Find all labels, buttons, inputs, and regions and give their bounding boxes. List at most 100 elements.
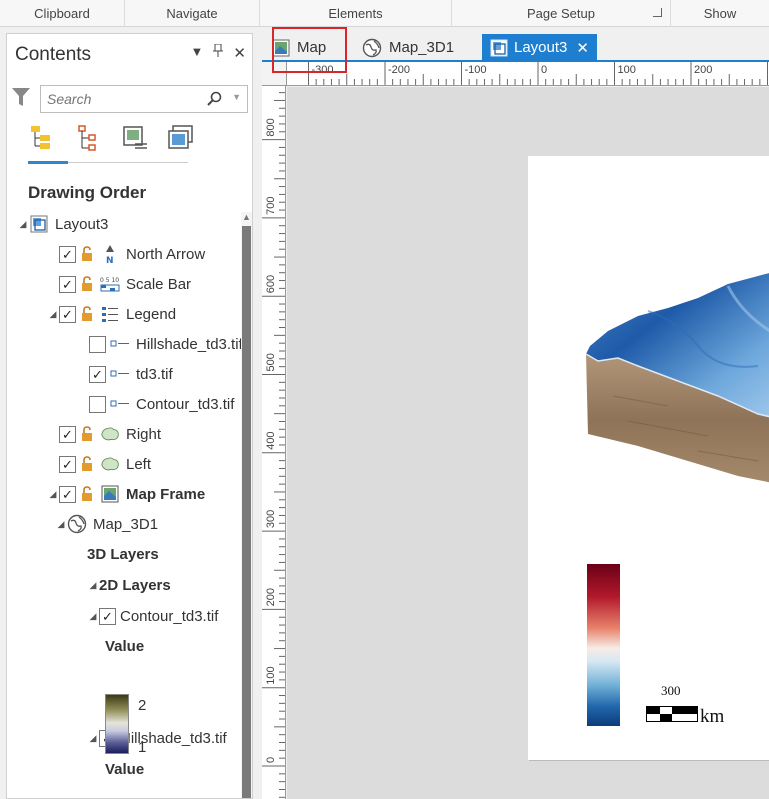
tree-label: Legend	[126, 305, 177, 323]
tree-row-scale-bar[interactable]: ✓ 0 5 10 Scale Bar	[47, 272, 191, 296]
svg-text:N: N	[106, 256, 114, 264]
tree-row-right[interactable]: ✓ Right	[47, 422, 161, 446]
lock-icon[interactable]	[80, 276, 96, 292]
visibility-checkbox[interactable]	[89, 335, 106, 353]
close-tab-icon[interactable]: ✕	[576, 39, 589, 57]
legend-icon	[100, 304, 120, 324]
tab-list-by-hierarchy[interactable]	[73, 122, 105, 158]
close-icon[interactable]: ✕	[233, 44, 246, 62]
expander-icon[interactable]: ◢	[55, 519, 67, 530]
tree-label: td3.tif	[136, 365, 173, 383]
contour-min-value-row: 1	[138, 735, 146, 759]
expander-icon[interactable]: ◢	[87, 733, 99, 744]
scale-bar-unit: km	[700, 706, 725, 727]
lock-icon[interactable]	[80, 426, 96, 442]
ruler-label: 100	[265, 666, 277, 684]
tree-row-contour-layer[interactable]: ◢ ✓ Contour_td3.tif	[87, 604, 218, 628]
tree-label: Scale Bar	[126, 275, 192, 293]
ruler-label: 300	[265, 510, 277, 528]
tree-row-contour-value[interactable]: Value	[105, 634, 144, 658]
layout-canvas[interactable]: 300 km	[287, 87, 769, 799]
tree-row-hillshade-item[interactable]: Hillshade_td3.tif	[77, 332, 243, 356]
lock-icon[interactable]	[80, 486, 96, 502]
tab-label: Map_3D1	[389, 39, 455, 56]
vertical-ruler[interactable]: 800 700 600 500 400 300 200 100 0	[262, 86, 286, 799]
tree-label: 2D Layers	[99, 576, 171, 594]
visibility-checkbox[interactable]: ✓	[89, 365, 106, 383]
tree-label: Layout3	[55, 215, 109, 233]
scale-bar[interactable]	[646, 706, 698, 722]
tree-row-legend[interactable]: ◢ ✓ Legend	[47, 302, 176, 326]
visibility-checkbox[interactable]: ✓	[59, 245, 76, 263]
tree-row-left[interactable]: ✓ Left	[47, 452, 151, 476]
visibility-checkbox[interactable]: ✓	[59, 305, 76, 323]
ruler-label: 800	[265, 118, 277, 136]
tree-row-3d-layers[interactable]: 3D Layers	[87, 542, 159, 566]
pin-icon[interactable]	[213, 43, 224, 62]
visibility-checkbox[interactable]: ✓	[59, 455, 76, 473]
tab-list-by-data-source[interactable]	[119, 122, 151, 158]
tree-row-north-arrow[interactable]: ✓ N North Arrow	[47, 242, 205, 266]
tree-row-layout3[interactable]: ◢ Layout3	[17, 212, 108, 236]
drawing-order-icon	[31, 126, 50, 149]
ribbon-group-show[interactable]: Show	[671, 0, 769, 27]
tree-row-2d-layers[interactable]: ◢ 2D Layers	[87, 573, 171, 597]
visibility-checkbox[interactable]: ✓	[59, 485, 76, 503]
contents-pane: Contents ▼ ✕ ▼ Drawing Order ◢ Layout3 ✓ N N…	[6, 33, 253, 799]
expander-icon[interactable]: ◢	[47, 489, 59, 500]
search-box[interactable]: ▼	[40, 85, 248, 113]
expander-icon[interactable]: ◢	[17, 219, 29, 230]
ribbon-group-label: Page Setup	[527, 6, 595, 21]
data-source-icon	[123, 126, 147, 149]
horizontal-ruler[interactable]: -300-200-1000100200300	[287, 62, 769, 86]
tab-drawing-order[interactable]	[27, 122, 59, 158]
pane-menu-icon[interactable]: ▼	[191, 44, 204, 62]
globe-icon	[67, 514, 87, 534]
chevron-down-icon[interactable]: ▼	[232, 92, 241, 102]
ribbon-group-navigate[interactable]: Navigate	[125, 0, 260, 27]
tab-map-3d1[interactable]: Map_3D1	[362, 34, 472, 61]
tree-row-map-3d1[interactable]: ◢ Map_3D1	[55, 512, 158, 536]
dialog-launcher-icon[interactable]	[653, 8, 662, 17]
tab-layout3[interactable]: Layout3 ✕	[482, 34, 597, 61]
scroll-thumb[interactable]	[242, 226, 251, 798]
ruler-label: 0	[541, 64, 547, 76]
ruler-label: 700	[265, 197, 277, 215]
expander-icon[interactable]: ◢	[87, 580, 99, 591]
scroll-up-icon[interactable]: ▲	[242, 212, 251, 222]
ribbon-group-clipboard[interactable]: Clipboard	[0, 0, 125, 27]
expander-icon[interactable]: ◢	[87, 611, 99, 622]
visibility-checkbox[interactable]: ✓	[59, 425, 76, 443]
visibility-checkbox[interactable]: ✓	[99, 607, 116, 625]
lock-icon[interactable]	[80, 246, 96, 262]
scrollbar[interactable]: ▲	[241, 212, 252, 798]
filter-icon[interactable]	[11, 86, 31, 108]
layout-page[interactable]: 300 km	[528, 156, 769, 760]
tree-label: North Arrow	[126, 245, 206, 263]
tree-row-td3-item[interactable]: ✓ td3.tif	[77, 362, 173, 386]
legend-item-icon	[110, 364, 130, 384]
color-ramp-legend[interactable]	[587, 564, 620, 726]
tree-row-hillshade-value[interactable]: Value	[105, 757, 144, 781]
ruler-label: 200	[694, 64, 712, 76]
map-frame-icon	[100, 484, 120, 504]
search-input[interactable]	[41, 86, 201, 112]
visibility-checkbox[interactable]	[89, 395, 106, 413]
tree-row-map-frame[interactable]: ◢ ✓ Map Frame	[47, 482, 205, 506]
lock-icon[interactable]	[80, 456, 96, 472]
tree-row-contour-item[interactable]: Contour_td3.tif	[77, 392, 234, 416]
tree-label: Value	[105, 637, 145, 655]
expander-icon[interactable]: ◢	[47, 309, 59, 320]
ribbon-group-page-setup[interactable]: Page Setup	[452, 0, 671, 27]
search-icon[interactable]	[207, 91, 223, 107]
pane-title: Contents	[15, 44, 92, 65]
lock-icon[interactable]	[80, 306, 96, 322]
ribbon-group-label: Navigate	[166, 6, 218, 21]
visibility-checkbox[interactable]: ✓	[59, 275, 76, 293]
tab-list-by-selection[interactable]	[165, 122, 197, 158]
ribbon-group-elements[interactable]: Elements	[260, 0, 452, 27]
layout-icon	[490, 39, 508, 56]
map-frame-3d[interactable]	[528, 246, 769, 546]
tree-label: Value	[105, 760, 145, 778]
contour-max-value: 2	[138, 696, 147, 714]
